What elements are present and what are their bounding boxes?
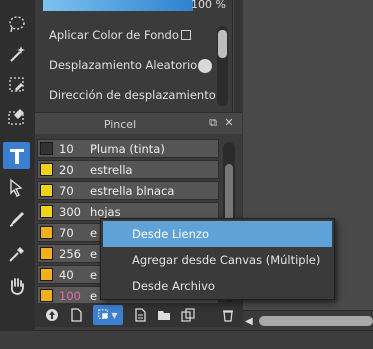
brush-name: estrella blnaca [90, 184, 175, 198]
brush-row[interactable]: 10 Pluma (tinta) [37, 139, 219, 158]
status-bar [0, 330, 373, 349]
setting-apply-background-label: Aplicar Color de Fondo [49, 28, 179, 42]
brush-row[interactable]: 70 estrella blnaca [37, 181, 219, 200]
chevron-down-icon: ▼ [111, 310, 118, 320]
brush-color-swatch [40, 184, 53, 197]
random-offset-toggle[interactable] [198, 59, 212, 73]
scroll-left-icon[interactable]: ◀ [245, 316, 253, 327]
fill-select-icon[interactable] [3, 173, 30, 200]
lasso-tool-icon[interactable] [3, 10, 30, 37]
brush-size: 20 [59, 163, 74, 177]
opacity-slider[interactable] [43, 0, 193, 11]
canvas-hscroll-thumb[interactable] [259, 316, 373, 326]
brush-color-swatch [40, 163, 53, 176]
apply-background-checkbox[interactable] [181, 30, 191, 40]
menu-item-add-from-canvas-multiple[interactable]: Agregar desde Canvas (Múltiple) [103, 247, 332, 273]
brush-color-swatch [40, 142, 53, 155]
brush-name: e [90, 226, 98, 240]
brush-panel-title: Pincel [103, 118, 137, 131]
brush-name: e [90, 268, 98, 282]
brush-settings-icon[interactable] [129, 305, 151, 325]
popout-icon[interactable]: ⧉ [207, 117, 219, 129]
hand-tool-icon[interactable] [3, 272, 30, 299]
duplicate-icon[interactable] [177, 305, 199, 325]
settings-scrollbar[interactable] [217, 26, 228, 106]
brush-size: 70 [59, 226, 74, 240]
upload-icon[interactable] [41, 305, 63, 325]
add-brush-context-menu: Desde Lienzo Agregar desde Canvas (Múlti… [100, 218, 335, 300]
tool-palette [0, 0, 35, 349]
brush-color-swatch [40, 268, 53, 281]
brush-pen-icon[interactable] [3, 205, 30, 232]
brush-name: e [90, 247, 98, 261]
new-brush-icon[interactable] [65, 305, 87, 325]
brush-color-swatch [40, 205, 53, 218]
brush-size: 40 [59, 268, 74, 282]
brush-size: 100 [59, 289, 81, 303]
delete-icon[interactable] [217, 305, 239, 325]
tool-partial-icon[interactable] [3, 2, 30, 10]
brush-name: estrella [90, 163, 133, 177]
brush-settings-panel: 100 % Aplicar Color de Fondo Desplazamie… [35, 0, 233, 112]
brush-color-swatch [40, 289, 53, 302]
brush-size: 256 [59, 247, 81, 261]
setting-offset-direction-label: Dirección de desplazamiento f [49, 88, 217, 102]
brush-name: Pluma (tinta) [90, 142, 165, 156]
brush-size: 300 [59, 205, 81, 219]
menu-item-from-canvas[interactable]: Desde Lienzo [103, 221, 332, 247]
brush-size: 10 [59, 142, 74, 156]
menu-item-from-file[interactable]: Desde Archivo [103, 273, 332, 299]
select-erase-icon[interactable] [3, 71, 30, 98]
canvas-hscrollbar[interactable]: ◀ [243, 310, 373, 330]
brush-name: hojas [90, 205, 121, 219]
brush-color-swatch [40, 226, 53, 239]
brush-size: 70 [59, 184, 74, 198]
brush-panel-header: Pincel ⧉ ✕ [35, 112, 242, 134]
folder-icon[interactable] [153, 305, 175, 325]
eyedropper-icon[interactable] [3, 240, 30, 267]
magic-wand-icon[interactable] [3, 40, 30, 67]
eraser-select-icon[interactable] [3, 102, 30, 129]
close-icon[interactable]: ✕ [223, 117, 235, 129]
brush-name: e [90, 289, 98, 303]
opacity-value: 100 % [191, 0, 226, 11]
brush-row[interactable]: 20 estrella [37, 160, 219, 179]
setting-random-offset-label: Desplazamiento Aleatorio [49, 58, 198, 72]
brush-color-swatch [40, 247, 53, 260]
text-tool-icon[interactable] [3, 142, 30, 169]
brush-panel-toolbar: ▼ [35, 303, 242, 327]
settings-scroll-thumb[interactable] [218, 30, 227, 58]
add-from-menu-button[interactable]: ▼ [93, 305, 123, 325]
